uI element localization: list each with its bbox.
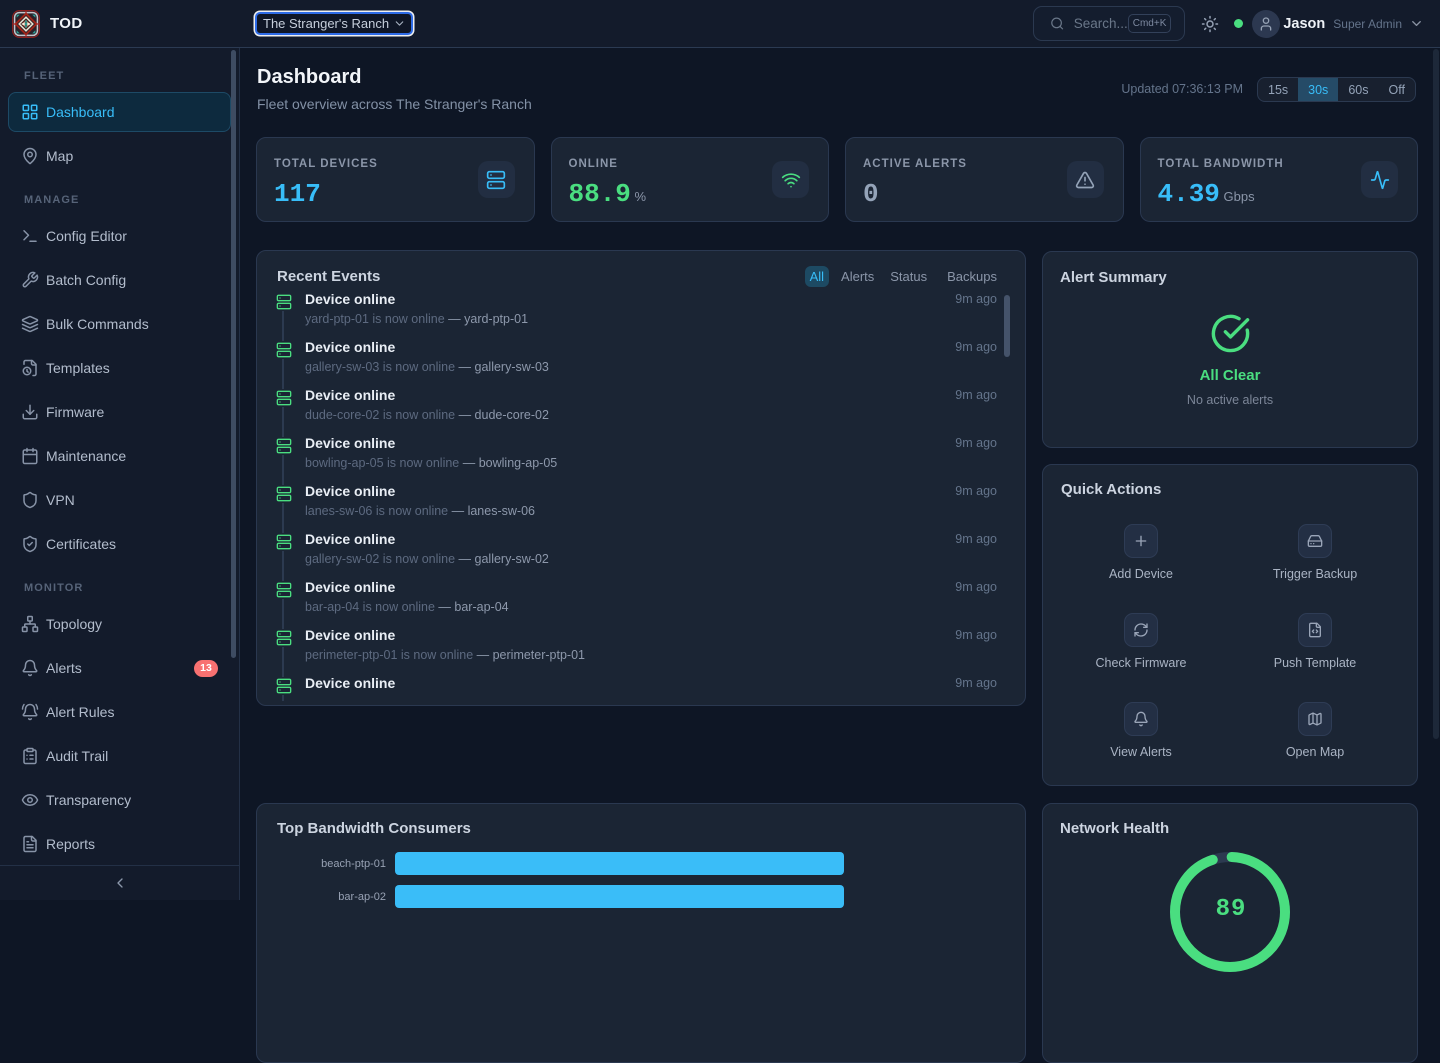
svg-text:89: 89 [1216, 896, 1247, 923]
